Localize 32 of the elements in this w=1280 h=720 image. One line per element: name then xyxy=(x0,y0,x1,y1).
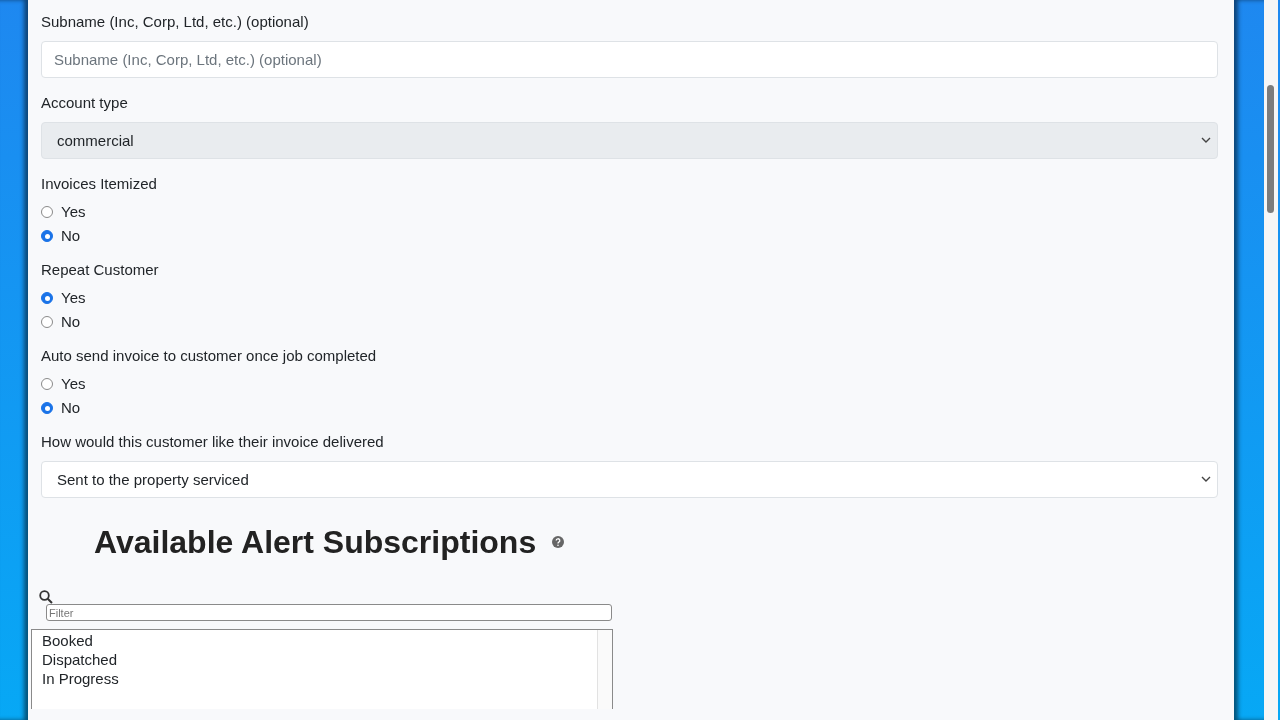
radio-button[interactable] xyxy=(41,316,53,328)
radio-label: Yes xyxy=(61,289,86,307)
text-input-field[interactable]: Subname (Inc, Corp, Ltd, etc.) (optional) xyxy=(41,41,1218,78)
list-option[interactable]: In Progress xyxy=(42,669,597,688)
search-icon xyxy=(39,590,53,604)
field-label: Account type xyxy=(41,93,129,113)
radio-button[interactable] xyxy=(41,230,53,242)
list-option[interactable]: Dispatched xyxy=(42,650,597,669)
radio-label: No xyxy=(61,313,81,331)
list-option[interactable]: Booked xyxy=(42,631,597,650)
radio-label: No xyxy=(61,399,81,417)
dropdown-select[interactable]: Sent to the property serviced xyxy=(41,461,1218,498)
field-label: Repeat Customer xyxy=(41,260,160,280)
field-label: Subname (Inc, Corp, Ltd, etc.) (optional) xyxy=(41,12,310,32)
radio-button[interactable] xyxy=(41,292,53,304)
subscription-listbox[interactable]: Booked Dispatched In Progress xyxy=(31,629,613,709)
filter-input-field[interactable]: Filter xyxy=(46,604,612,621)
help-icon[interactable] xyxy=(552,536,565,548)
radio-label: No xyxy=(61,227,81,245)
scrollbar-thumb[interactable] xyxy=(1267,85,1274,213)
scrollbar-track[interactable] xyxy=(597,630,612,709)
radio-label: Yes xyxy=(61,203,86,221)
field-label: How would this customer like their invoice delivered xyxy=(41,432,385,452)
field-label: Invoices Itemized xyxy=(41,174,158,194)
radio-button[interactable] xyxy=(41,206,53,218)
radio-button[interactable] xyxy=(41,378,53,390)
radio-button[interactable] xyxy=(41,402,53,414)
radio-label: Yes xyxy=(61,375,86,393)
field-label: Auto send invoice to customer once job completed xyxy=(41,346,378,366)
section-heading: Available Alert Subscriptions xyxy=(94,523,537,562)
chevron-down-icon xyxy=(1201,476,1211,483)
chevron-down-icon xyxy=(1201,137,1211,144)
